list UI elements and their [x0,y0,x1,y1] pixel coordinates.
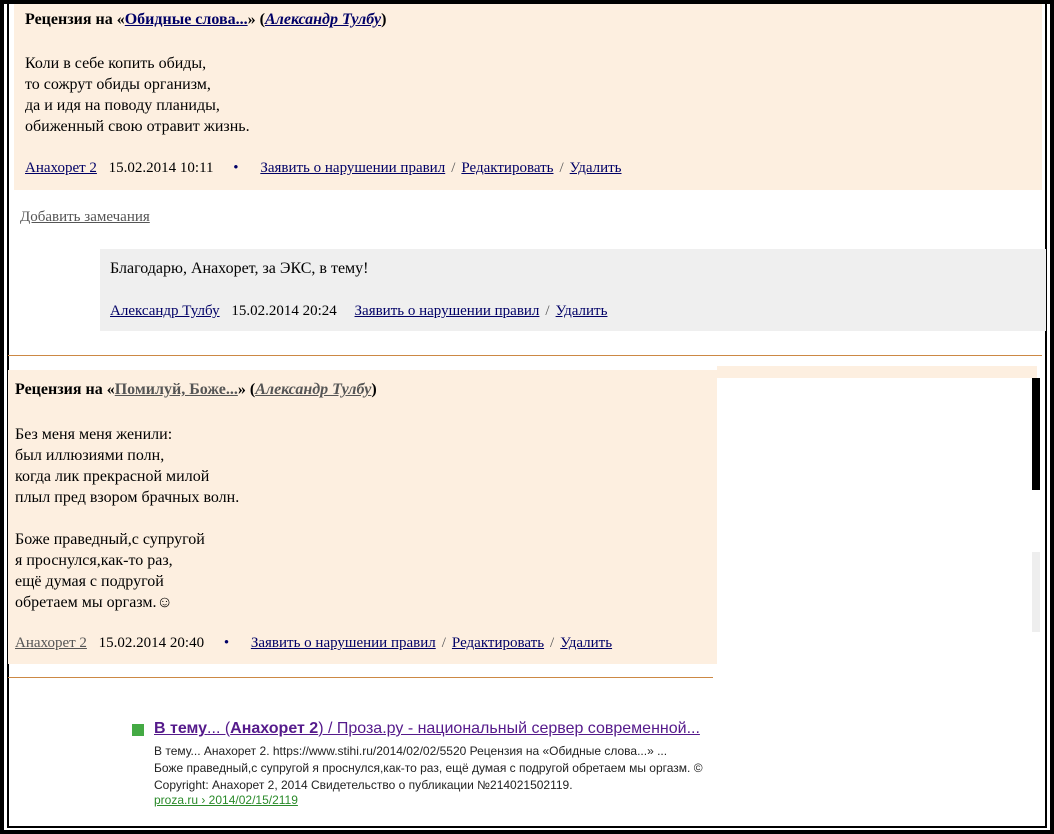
reply-meta: Александр Тулбу 15.02.2014 20:24 Заявить… [110,303,608,319]
result-marker-icon [132,724,144,736]
reply-delete-link[interactable]: Удалить [556,303,608,319]
search-result-url[interactable]: proza.ru › 2014/02/15/2119 [154,793,298,807]
review-2-text: Без меня меня женили: был иллюзиями полн… [15,426,240,611]
review-2-datetime: 15.02.2014 20:40 [98,635,205,651]
reply-text: Благодарю, Анахорет, за ЭКС, в тему! [110,260,369,277]
sidebar-edge [1032,378,1040,490]
review-1-datetime: 15.02.2014 10:11 [108,160,214,176]
review-1-delete-link[interactable]: Удалить [570,160,622,176]
review-2-work-link[interactable]: Помилуй, Боже... [115,381,238,398]
review-2-edit-link[interactable]: Редактировать [452,635,544,651]
reply-user-link[interactable]: Александр Тулбу [110,303,220,319]
add-remarks-link[interactable]: Добавить замечания [20,209,150,226]
review-1-work-link[interactable]: Обидные слова... [125,11,248,28]
divider [8,355,1042,356]
bullet: • [223,635,230,651]
reply-report-link[interactable]: Заявить о нарушении правил [355,303,540,319]
reply-datetime: 15.02.2014 20:24 [231,303,337,319]
review-1-text: Коли в себе копить обиды, то сожрут обид… [25,55,250,135]
divider [8,677,713,678]
review-2-user-link[interactable]: Анахорет 2 [15,635,87,651]
review-1-edit-link[interactable]: Редактировать [461,160,553,176]
review-1-meta: Анахорет 2 15.02.2014 10:11 • Заявить о … [25,160,622,176]
review-2-report-link[interactable]: Заявить о нарушении правил [251,635,436,651]
review-1-author-link[interactable]: Александр Тулбу [265,11,381,28]
review-2-delete-link[interactable]: Удалить [560,635,612,651]
review-1-report-link[interactable]: Заявить о нарушении правил [260,160,445,176]
sidebar-strip [717,366,1037,378]
review-2-author-link[interactable]: Александр Тулбу [255,381,371,398]
review-1-user-link[interactable]: Анахорет 2 [25,160,97,176]
search-result-snippet: В тему... Анахорет 2. https://www.stihi.… [154,744,703,792]
review-2-header: Рецензия на «Помилуй, Боже...» (Александ… [15,381,377,398]
sidebar-edge-gap [1032,490,1040,552]
bullet: • [233,160,239,176]
review-2-meta: Анахорет 2 15.02.2014 20:40 • Заявить о … [15,635,613,651]
search-result-title-link[interactable]: В тему... (Анахорет 2) / Проза.ру - наци… [154,720,700,738]
review-1-header: Рецензия на «Обидные слова...» (Александ… [25,11,387,28]
sidebar-edge-grey [1032,552,1040,632]
